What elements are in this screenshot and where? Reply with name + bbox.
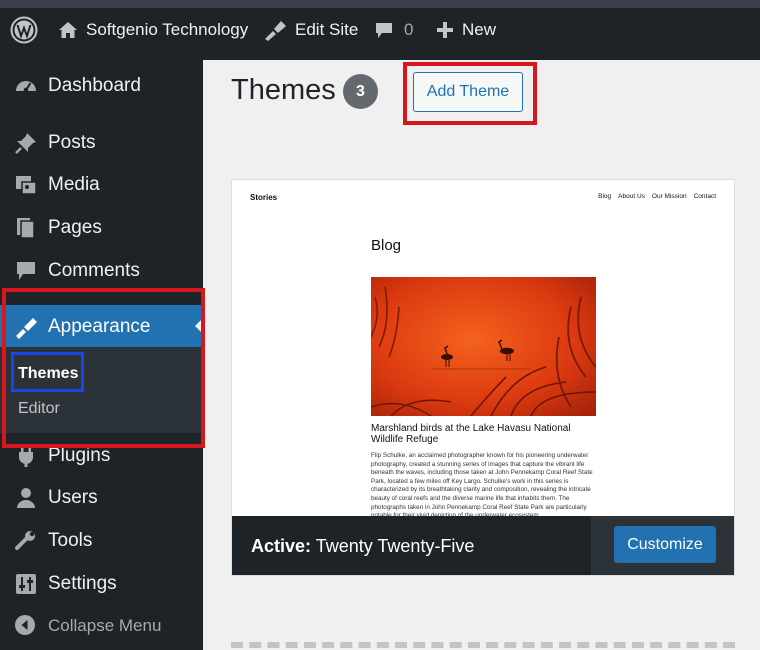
edit-site-link[interactable]: Edit Site [263,8,358,52]
comment-bubble-icon [376,23,392,38]
edit-site-label: Edit Site [295,20,359,39]
sidebar-item-label: Users [48,487,98,508]
theme-card-footer: Active: Twenty Twenty-Five Customize [232,516,734,575]
comment-icon [17,262,35,280]
active-theme-name: Active: Twenty Twenty-Five [251,536,474,557]
plus-icon [437,22,453,38]
brush-icon [265,21,286,41]
screenshot-post-title: Marshland birds at the Lake Havasu Natio… [371,423,571,445]
comments-count: 0 [404,20,414,39]
screenshot-nav-item: Our Mission [651,193,687,200]
add-new-theme-card[interactable] [231,642,735,650]
admin-bar-top-strip [0,0,760,8]
sidebar-item-label: Tools [48,530,93,551]
collapse-menu-button[interactable]: Collapse Menu [0,608,203,644]
sidebar-item-label: Settings [48,573,117,594]
sidebar-item-posts[interactable]: Posts [0,121,203,163]
sidebar-item-settings[interactable]: Settings [0,562,203,604]
themes-highlight-box [11,352,84,392]
home-icon [59,22,77,38]
active-label: Active: [251,536,312,556]
sidebar-item-tools[interactable]: Tools [0,519,203,561]
screenshot-heading: Blog [371,237,402,254]
page-title: Themes [231,74,336,106]
collapse-arrow-icon [15,615,35,635]
marshland-birds-image [371,277,596,416]
theme-card-active[interactable]: Stories Blog About Us Our Mission Contac… [231,179,735,576]
screenshot-site-title: Stories [250,193,278,202]
sidebar-item-dashboard[interactable]: Dashboard [0,64,203,106]
screenshot-nav-item: About Us [618,193,645,200]
sidebar-item-label: Comments [48,260,140,281]
theme-count-badge: 3 [343,74,378,109]
settings-icon [16,574,36,594]
sidebar-item-label: Pages [48,217,102,238]
theme-name: Twenty Twenty-Five [315,536,475,556]
comments-link[interactable]: 0 [374,8,413,52]
screenshot-post-excerpt: Flip Schulke, an acclaimed photographer … [371,452,593,519]
screenshot-nav-item: Blog [598,193,612,200]
site-name-label: Softgenio Technology [86,20,249,39]
dashboard-icon [16,81,36,93]
sidebar-item-label: Dashboard [48,75,141,96]
user-icon [17,488,35,508]
add-theme-button[interactable]: Add Theme [413,72,523,112]
media-icon [16,176,37,195]
pin-icon [15,133,36,154]
pages-icon [17,218,35,239]
screenshot-nav: Blog About Us Our Mission Contact [598,193,716,200]
sidebar-item-label: Plugins [48,445,111,466]
screenshot-nav-item: Contact [693,193,716,200]
sidebar-item-media[interactable]: Media [0,163,203,205]
sidebar-item-pages[interactable]: Pages [0,206,203,248]
wordpress-logo-icon [10,16,38,44]
sidebar-item-comments[interactable]: Comments [0,249,203,291]
wordpress-logo-button[interactable] [10,8,38,52]
admin-bar: Softgenio Technology Edit Site 0 New [0,0,760,60]
collapse-menu-label: Collapse Menu [48,616,162,635]
sidebar-item-label: Media [48,174,100,195]
new-label: New [462,20,497,39]
customize-button[interactable]: Customize [614,526,716,563]
sidebar-item-label: Posts [48,132,96,153]
sidebar-item-users[interactable]: Users [0,476,203,518]
wrench-icon [15,531,35,550]
new-content-link[interactable]: New [436,8,496,52]
site-name-link[interactable]: Softgenio Technology [58,8,248,52]
